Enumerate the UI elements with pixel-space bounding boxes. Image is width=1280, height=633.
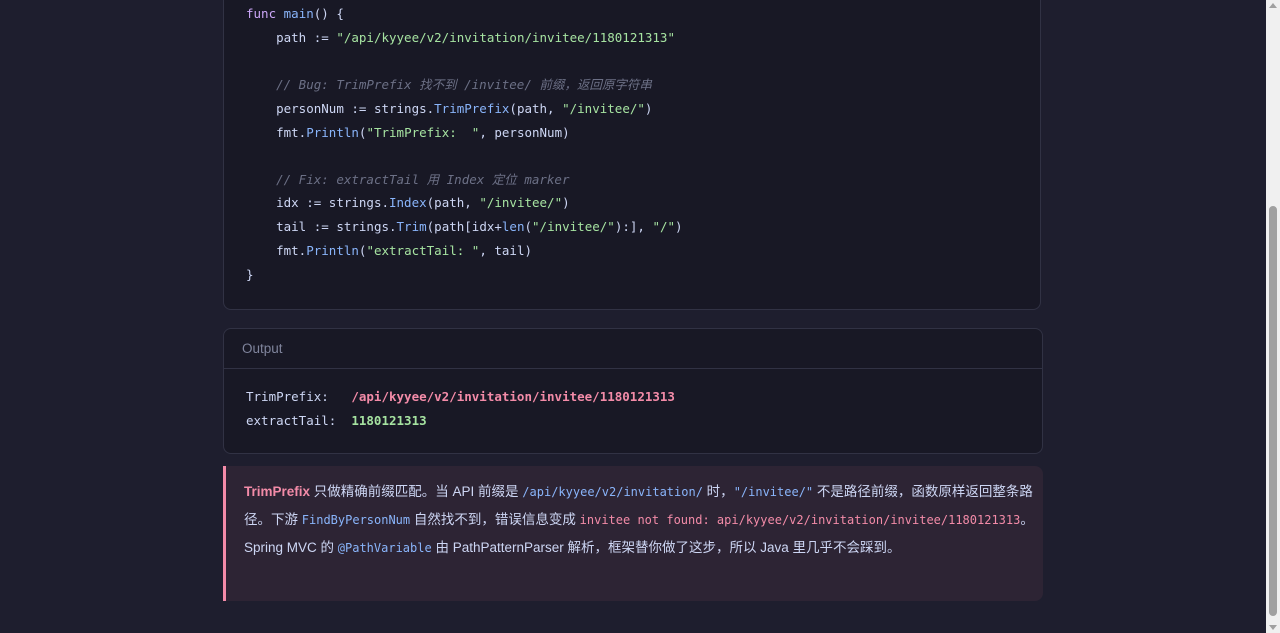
code-text: ( (524, 219, 533, 234)
callout-segment: 自然找不到，错误信息变成 (410, 512, 580, 527)
code-text: idx := strings. (276, 195, 389, 210)
output-line: TrimPrefix: /api/kyyee/v2/invitation/inv… (246, 388, 675, 406)
code-line: fmt.Println("TrimPrefix: ", personNum) (246, 124, 570, 142)
code-line: personNum := strings.TrimPrefix(path, "/… (246, 100, 652, 118)
code-text: ) (562, 195, 570, 210)
function-name: Println (306, 243, 359, 258)
string-literal: "/invitee/" (532, 219, 615, 234)
function-name: Trim (396, 219, 427, 234)
output-panel: Output TrimPrefix: /api/kyyee/v2/invitat… (223, 328, 1043, 454)
code-text: } (246, 267, 254, 282)
code-comment: // Bug: TrimPrefix 找不到 /invitee/ 前缀，返回原字… (276, 77, 652, 92)
code-line: // Fix: extractTail 用 Index 定位 marker (246, 171, 569, 189)
string-literal: "/api/kyyee/v2/invitation/invitee/118012… (336, 30, 675, 45)
code-text: (path, (426, 195, 480, 210)
output-label: extractTail: (246, 413, 352, 428)
code-text: ) (675, 219, 683, 234)
code-text: fmt. (276, 243, 307, 258)
code-line: tail := strings.Trim(path[idx+len("/invi… (246, 218, 683, 236)
output-value-error: /api/kyyee/v2/invitation/invitee/1180121… (351, 389, 675, 404)
output-header: Output (224, 329, 1042, 369)
vertical-scrollbar[interactable] (1266, 0, 1280, 633)
code-text: , tail) (479, 243, 533, 258)
inline-code: /api/kyyee/v2/invitation/ (522, 485, 703, 499)
callout-segment: 只做精确前缀匹配。当 API 前缀是 (310, 484, 523, 499)
code-text: personNum := strings. (276, 101, 435, 116)
warning-callout: TrimPrefix 只做精确前缀匹配。当 API 前缀是 /api/kyyee… (223, 466, 1043, 601)
code-text: ):], (614, 219, 653, 234)
code-comment: // Fix: extractTail 用 Index 定位 marker (276, 172, 570, 187)
code-text: () { (313, 6, 344, 21)
output-line: extractTail: 1180121313 (246, 412, 427, 430)
inline-error-message: invitee not found: api/kyyee/v2/invitati… (579, 513, 1021, 527)
output-label: TrimPrefix: (246, 389, 352, 404)
code-line: // Bug: TrimPrefix 找不到 /invitee/ 前缀，返回原字… (246, 76, 652, 94)
keyword: func (246, 6, 277, 21)
inline-code: @PathVariable (337, 541, 432, 555)
code-line: fmt.Println("extractTail: ", tail) (246, 242, 532, 260)
scroll-down-arrow-icon[interactable] (1269, 625, 1277, 630)
output-title: Output (242, 341, 283, 356)
code-text: fmt. (276, 125, 307, 140)
string-literal: "/" (652, 219, 676, 234)
page: func main() { path := "/api/kyyee/v2/inv… (0, 0, 1280, 633)
code-block: func main() { path := "/api/kyyee/v2/inv… (223, 0, 1041, 310)
function-name: len (501, 219, 525, 234)
string-literal: "/invitee/" (479, 195, 563, 210)
scrollbar-thumb[interactable] (1269, 206, 1277, 616)
code-line: } (246, 266, 254, 284)
code-line: func main() { (246, 5, 344, 23)
string-literal: "TrimPrefix: " (366, 125, 480, 140)
output-value-success: 1180121313 (351, 413, 427, 428)
callout-text: TrimPrefix 只做精确前缀匹配。当 API 前缀是 /api/kyyee… (244, 478, 1034, 562)
code-text: (path[idx+ (426, 219, 502, 234)
function-name: Println (306, 125, 359, 140)
code-text: tail := strings. (276, 219, 397, 234)
code-line: idx := strings.Index(path, "/invitee/") (246, 194, 570, 212)
string-literal: "/invitee/" (562, 101, 645, 116)
string-literal: "extractTail: " (366, 243, 480, 258)
code-text: path := (276, 30, 337, 45)
callout-segment: 由 PathPatternParser 解析，框架替你做了这步，所以 Java … (431, 540, 901, 555)
callout-keyword: TrimPrefix (244, 484, 311, 499)
code-text: (path, (509, 101, 563, 116)
code-line: path := "/api/kyyee/v2/invitation/invite… (246, 29, 675, 47)
function-name: TrimPrefix (434, 101, 510, 116)
function-name: Index (389, 195, 427, 210)
scroll-up-arrow-icon[interactable] (1269, 3, 1277, 8)
inline-code: "/invitee/" (733, 485, 814, 499)
inline-code: FindByPersonNum (301, 513, 411, 527)
code-text: , personNum) (479, 125, 570, 140)
code-text: ) (644, 101, 653, 116)
callout-segment: 时， (702, 484, 734, 499)
function-name: main (283, 6, 314, 21)
